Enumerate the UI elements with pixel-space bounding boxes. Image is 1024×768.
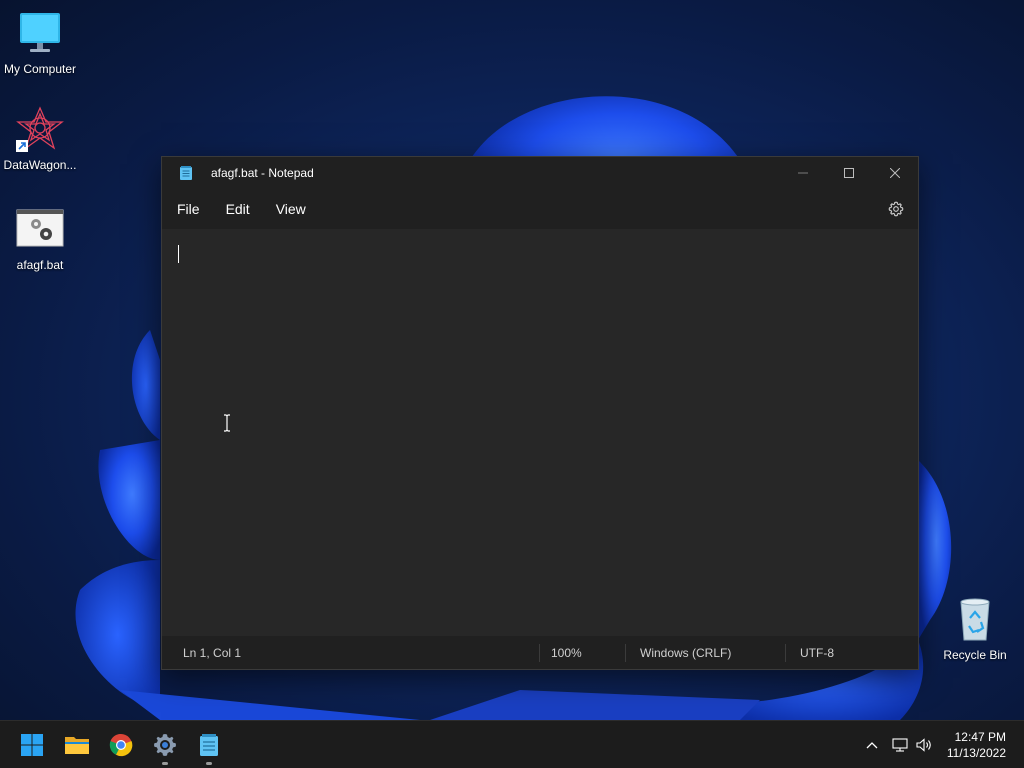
taskbar-chrome[interactable] bbox=[105, 729, 137, 761]
desktop-icon-label: Recycle Bin bbox=[943, 648, 1007, 662]
close-icon bbox=[890, 168, 900, 178]
text-caret bbox=[178, 245, 179, 263]
speaker-icon bbox=[916, 738, 931, 752]
taskbar-clock[interactable]: 12:47 PM 11/13/2022 bbox=[947, 729, 1006, 761]
monitor-icon bbox=[16, 10, 64, 58]
minimize-button[interactable] bbox=[780, 157, 826, 189]
notepad-window[interactable]: afagf.bat - Notepad File Edit View Ln 1,… bbox=[161, 156, 919, 670]
status-zoom: 100% bbox=[551, 646, 582, 660]
running-indicator bbox=[206, 762, 212, 765]
show-hidden-icons-button[interactable] bbox=[861, 721, 883, 768]
recycle-bin-icon bbox=[951, 596, 999, 644]
batch-file-icon bbox=[16, 206, 64, 254]
text-editor[interactable] bbox=[162, 229, 918, 636]
clock-time: 12:47 PM bbox=[954, 730, 1006, 744]
notepad-app-icon bbox=[178, 165, 194, 181]
status-line-ending: Windows (CRLF) bbox=[640, 646, 732, 660]
desktop-icon-label: afagf.bat bbox=[16, 258, 64, 272]
taskbar-file-explorer[interactable] bbox=[61, 729, 93, 761]
menu-edit[interactable]: Edit bbox=[214, 195, 262, 223]
status-divider bbox=[625, 644, 626, 662]
volume-button[interactable] bbox=[913, 721, 937, 768]
taskbar: 12:47 PM 11/13/2022 bbox=[0, 720, 1024, 768]
title-bar[interactable]: afagf.bat - Notepad bbox=[162, 157, 918, 189]
settings-icon bbox=[154, 734, 176, 756]
notepad-icon bbox=[200, 734, 218, 756]
status-encoding: UTF-8 bbox=[800, 646, 834, 660]
desktop: My Computer DataWagon... afagf.bat Recyc… bbox=[0, 0, 1024, 720]
minimize-icon bbox=[798, 172, 808, 174]
close-button[interactable] bbox=[872, 157, 918, 189]
desktop-icon-recycle-bin[interactable]: Recycle Bin bbox=[935, 596, 1015, 662]
chrome-icon bbox=[109, 733, 133, 757]
gear-icon bbox=[888, 201, 904, 217]
ibeam-cursor-icon bbox=[224, 414, 230, 432]
status-bar: Ln 1, Col 1 100% Windows (CRLF) UTF-8 bbox=[162, 636, 918, 669]
maximize-icon bbox=[844, 168, 854, 178]
datawagon-icon bbox=[16, 106, 64, 154]
start-button[interactable] bbox=[16, 729, 48, 761]
desktop-icon-label: My Computer bbox=[3, 62, 77, 76]
menu-view[interactable]: View bbox=[264, 195, 318, 223]
menu-bar: File Edit View bbox=[162, 189, 918, 229]
desktop-icon-label: DataWagon... bbox=[3, 158, 77, 172]
network-icon bbox=[892, 738, 908, 752]
running-indicator bbox=[162, 762, 168, 765]
window-title: afagf.bat - Notepad bbox=[211, 166, 314, 180]
file-explorer-icon bbox=[65, 737, 89, 754]
network-button[interactable] bbox=[889, 721, 911, 768]
desktop-icon-batch-file[interactable]: afagf.bat bbox=[0, 206, 80, 272]
start-icon bbox=[21, 734, 43, 756]
menu-file[interactable]: File bbox=[165, 195, 212, 223]
status-position: Ln 1, Col 1 bbox=[183, 646, 242, 660]
taskbar-settings[interactable] bbox=[149, 729, 181, 765]
status-divider bbox=[785, 644, 786, 662]
clock-date: 11/13/2022 bbox=[946, 746, 1006, 760]
desktop-icon-my-computer[interactable]: My Computer bbox=[0, 10, 80, 76]
maximize-button[interactable] bbox=[826, 157, 872, 189]
taskbar-notepad[interactable] bbox=[193, 729, 225, 765]
settings-button[interactable] bbox=[884, 197, 908, 221]
chevron-up-icon bbox=[866, 742, 878, 749]
desktop-icon-datawagon[interactable]: DataWagon... bbox=[0, 106, 80, 172]
status-divider bbox=[539, 644, 540, 662]
